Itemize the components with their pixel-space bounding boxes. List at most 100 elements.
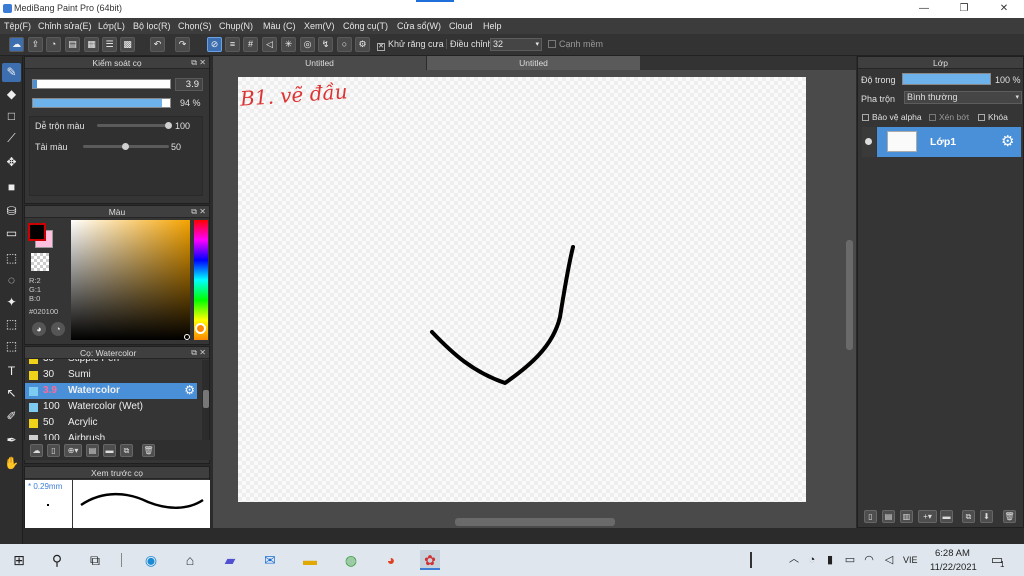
curve-snap-icon[interactable]: ↯ [318,37,333,52]
panel-float-icon[interactable]: ⧉ [191,347,197,359]
start-icon[interactable]: ⊞ [9,550,29,570]
hue-slider[interactable] [194,220,208,340]
volume-icon[interactable]: ◁ [879,550,899,570]
layer-folder-icon[interactable]: ▬ [940,510,953,523]
menu-file[interactable]: Tệp(F) [4,21,31,31]
pen-tool-icon[interactable]: ⟋ [2,129,21,148]
merge-layer-icon[interactable]: ⬇ [980,510,993,523]
panel-close-icon[interactable]: ✕ [199,347,206,359]
file-explorer-icon[interactable]: ▬ [300,550,320,570]
concentric-snap-icon[interactable]: ◎ [300,37,315,52]
layer-row-selected[interactable]: Lớp1 ⚙ [877,127,1021,157]
add-brush-icon[interactable]: ⊕▾ [64,444,82,457]
visibility-toggle[interactable] [862,127,876,157]
crosshatch-snap-icon[interactable]: # [243,37,258,52]
minimize-button[interactable]: — [904,0,944,18]
gear-icon[interactable]: ⚙ [1001,132,1014,150]
menu-layer[interactable]: Lớp(L) [98,21,125,31]
share-icon[interactable]: ⇪ [28,37,43,52]
mail-icon[interactable]: ✉ [260,550,280,570]
menu-window[interactable]: Cửa sổ(W) [397,21,441,31]
tab-untitled-2[interactable]: Untitled [427,56,640,70]
eraser-tool-icon[interactable]: ◆ [2,85,21,104]
panel-float-icon[interactable]: ⧉ [191,206,197,218]
hand-tool-icon[interactable]: ✋ [2,454,21,473]
menu-view[interactable]: Xem(V) [304,21,335,31]
palette-icon[interactable]: ◕ [32,322,46,336]
text-tool-icon[interactable]: T [2,362,21,381]
load-slider-knob[interactable] [122,143,129,150]
clock-date[interactable]: 11/22/2021 [930,562,977,573]
menu-capture[interactable]: Chụp(N) [219,21,253,31]
blend-slider[interactable] [97,124,169,127]
undo-icon[interactable]: ↶ [150,37,165,52]
chrome-icon[interactable]: ◕ [381,550,401,570]
foreground-color-swatch[interactable] [28,223,46,241]
select-rect-icon[interactable]: ⬚ [2,249,21,268]
chat-icon[interactable]: ▤ [65,37,80,52]
menu-filter[interactable]: Bộ lọc(R) [133,21,171,31]
eyedropper-icon[interactable]: ✒ [2,431,21,450]
app-icon-green[interactable]: ◍ [341,550,361,570]
delete-layer-icon[interactable]: 🗑 [1003,510,1016,523]
fill-shape-icon[interactable]: ■ [2,178,21,197]
grid-icon[interactable]: ▩ [120,37,135,52]
panel-float-icon[interactable]: ⧉ [191,57,197,69]
usb-icon[interactable]: ▮ [820,550,840,570]
panel-close-icon[interactable]: ✕ [199,206,206,218]
duplicate-layer-icon[interactable]: ⧉ [962,510,975,523]
redo-icon[interactable]: ↷ [175,37,190,52]
search-icon[interactable]: ⚲ [47,550,67,570]
brush-tool-icon[interactable]: ✎ [2,63,21,82]
wifi-icon[interactable]: ◠ [859,550,879,570]
parallel-snap-icon[interactable]: ≡ [225,37,240,52]
task-view-icon[interactable]: ⧉ [85,550,105,570]
new-halftone-layer-icon[interactable]: ▤ [882,510,895,523]
perspective-snap-icon[interactable]: ◁ [262,37,277,52]
magic-wand-icon[interactable]: ✦ [2,293,21,312]
radial-snap-icon[interactable]: ✳ [281,37,296,52]
horizontal-scrollbar[interactable] [455,518,615,526]
vertical-scrollbar[interactable] [846,240,853,350]
layer-row[interactable]: Lớp1 ⚙ [862,127,1021,157]
brush-size-bar[interactable] [32,79,171,89]
maximize-button[interactable]: ❐ [944,0,984,18]
brush-settings-icon[interactable]: ▤ [86,444,99,457]
brush-size-value[interactable]: 3.9 [175,78,203,91]
divide-tool-icon[interactable]: ✐ [2,407,21,426]
correction-select[interactable]: 32 ▾ [490,38,542,51]
transparent-color-swatch[interactable] [31,253,49,271]
brush-item[interactable]: 50 Acrylic [25,415,197,431]
new-8bit-layer-icon[interactable]: ▥ [900,510,913,523]
color-set-icon[interactable]: ◔ [51,322,65,336]
move-tool-icon[interactable]: ✥ [2,153,21,172]
hue-slider-knob[interactable] [195,323,206,334]
new-layer-icon[interactable]: ▯ [864,510,877,523]
brush-list-scrollbar[interactable] [202,360,209,443]
layer-blend-select[interactable]: Bình thường ▾ [904,91,1022,104]
circle-snap-icon[interactable]: ○ [337,37,352,52]
gradient-tool-icon[interactable]: ▭ [2,224,21,243]
trash-icon[interactable]: 🗑 [142,444,155,457]
lasso-icon[interactable]: ◌ [2,271,21,290]
clip-checkbox[interactable]: Xén bớt [929,112,969,122]
clock-time[interactable]: 6:28 AM [935,548,970,559]
duplicate-icon[interactable]: ⧉ [120,444,133,457]
antialias-checkbox[interactable]: ✕ Khử răng cưa [377,39,444,51]
close-button[interactable]: ✕ [984,0,1024,18]
panel-close-icon[interactable]: ✕ [199,57,206,69]
new-brush-icon[interactable]: ▯ [47,444,60,457]
drawing-canvas[interactable]: B1. vẽ đầu [238,77,806,502]
menu-color[interactable]: Màu (C) [263,21,296,31]
tray-expand-icon[interactable]: ︿ [784,550,804,570]
lock-checkbox[interactable]: Khóa [978,112,1008,122]
menu-edit[interactable]: Chỉnh sửa(E) [38,21,92,31]
menu-select[interactable]: Chọn(S) [178,21,212,31]
medibang-icon[interactable]: ▰ [220,550,240,570]
store-icon[interactable]: ⌂ [180,550,200,570]
brush-item[interactable]: 30 Sumi [25,367,197,383]
language-indicator[interactable]: VIE [903,555,918,565]
blend-slider-knob[interactable] [165,122,172,129]
folder-icon[interactable]: ▬ [103,444,116,457]
menu-cloud[interactable]: Cloud [449,21,473,31]
